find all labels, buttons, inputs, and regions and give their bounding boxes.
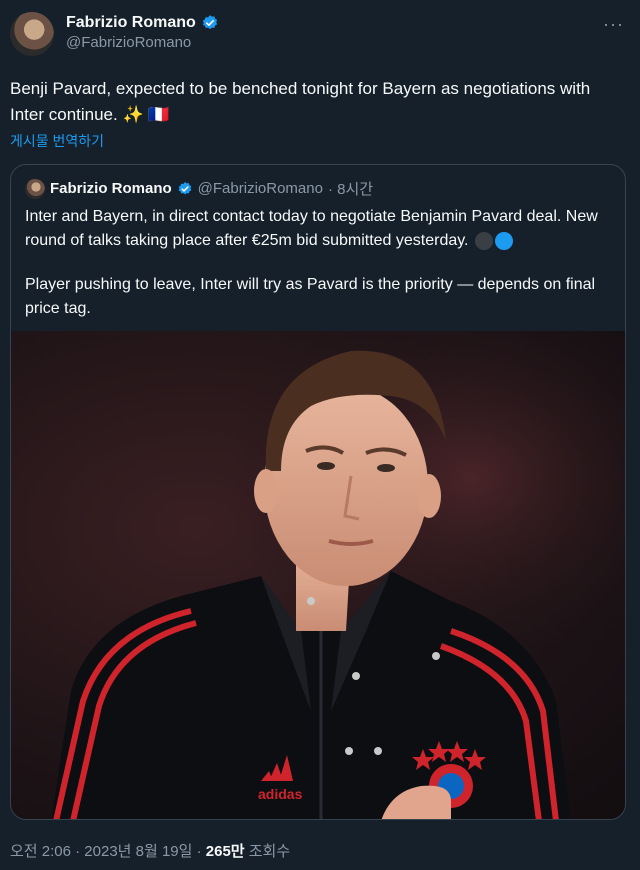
tweet-text: Benji Pavard, expected to be benched ton… — [10, 79, 591, 124]
quoted-tweet-text: Inter and Bayern, in direct contact toda… — [25, 205, 615, 321]
adidas-logo-text: adidas — [258, 786, 303, 802]
quoted-tweet[interactable]: Fabrizio Romano @FabrizioRomano · 8시간 In… — [10, 164, 626, 820]
player-photo[interactable]: adidas — [11, 331, 625, 819]
author-name[interactable]: Fabrizio Romano — [66, 14, 196, 32]
quoted-author-name: Fabrizio Romano — [50, 180, 172, 197]
author-name-row: Fabrizio Romano — [66, 14, 219, 32]
emoji-dots — [473, 229, 513, 253]
quoted-tweet-header: Fabrizio Romano @FabrizioRomano · 8시간 — [25, 178, 373, 199]
tweet-header: Fabrizio Romano @FabrizioRomano ··· — [10, 10, 630, 58]
quoted-avatar — [25, 178, 45, 199]
quoted-author-handle: @FabrizioRomano — [197, 180, 323, 197]
tweet-meta: 오전 2:06 · 2023년 8월 19일 · 265만 조회수 — [10, 840, 290, 861]
quoted-time: · 8시간 — [327, 181, 374, 198]
views-label: 조회수 — [244, 843, 291, 860]
more-icon[interactable]: ··· — [603, 14, 624, 35]
timestamp[interactable]: 오전 2:06 · 2023년 8월 19일 · — [10, 843, 206, 860]
author-handle[interactable]: @FabrizioRomano — [66, 34, 219, 51]
quoted-paragraph-2: Player pushing to leave, Inter will try … — [25, 276, 596, 318]
views-count: 265만 — [205, 843, 245, 860]
verified-badge-icon — [178, 181, 192, 194]
translate-link[interactable]: 게시물 번역하기 — [10, 131, 104, 151]
author-block: Fabrizio Romano @FabrizioRomano — [66, 14, 219, 51]
blue-circle-emoji — [494, 231, 513, 250]
verified-badge-icon — [202, 15, 217, 30]
player-illustration: adidas — [11, 331, 625, 819]
avatar[interactable] — [10, 12, 54, 56]
dark-circle-emoji — [474, 231, 493, 250]
quoted-paragraph: Inter and Bayern, in direct contact toda… — [25, 205, 615, 253]
